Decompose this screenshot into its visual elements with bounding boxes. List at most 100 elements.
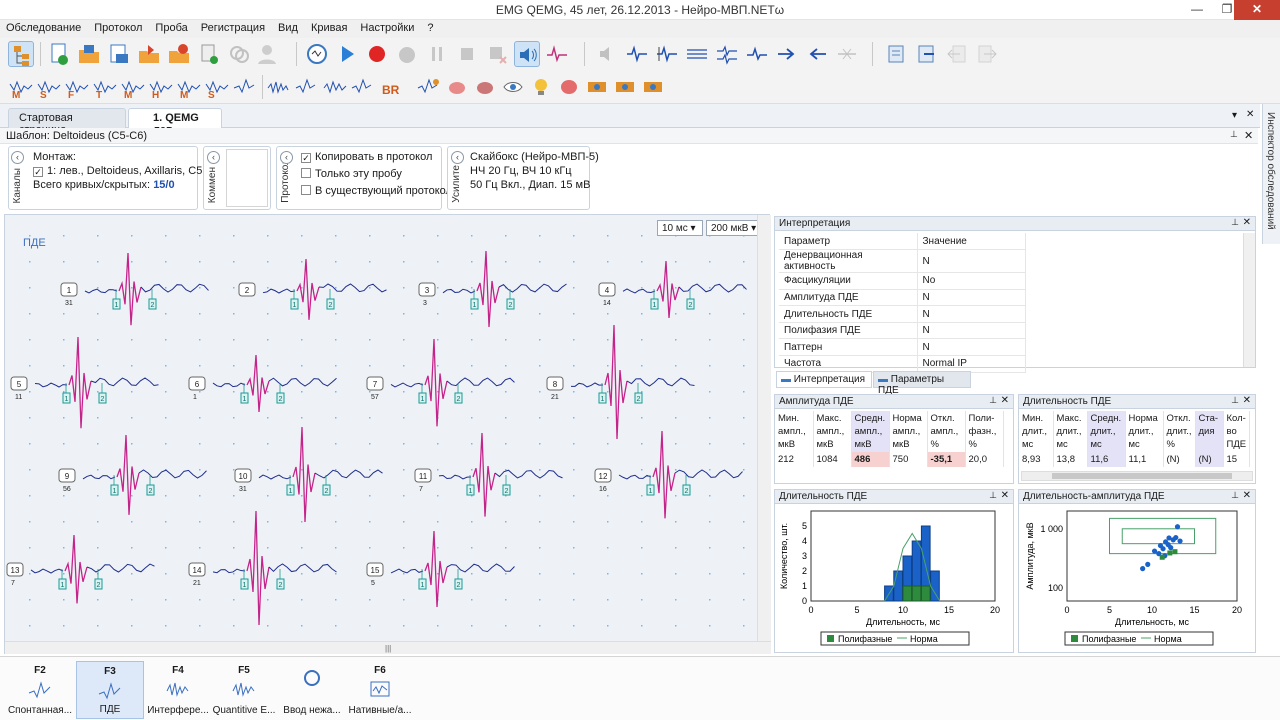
- comment-collapse-icon[interactable]: ‹: [207, 151, 220, 164]
- stimulus-icon[interactable]: [544, 41, 570, 67]
- burst-icon[interactable]: [266, 74, 292, 100]
- table-row[interactable]: Фасцикуляции No: [779, 272, 1026, 290]
- delete-trace-icon[interactable]: [834, 41, 860, 67]
- menu-test[interactable]: Проба: [149, 20, 194, 34]
- f2-spontaneous-button[interactable]: F2 Спонтанная...: [6, 661, 74, 719]
- ear-b-icon[interactable]: [612, 74, 638, 100]
- sheets-icon[interactable]: [884, 41, 910, 67]
- mu-icon[interactable]: M: [120, 74, 146, 101]
- param-value[interactable]: No: [917, 272, 1026, 290]
- comment-textarea[interactable]: [226, 149, 268, 207]
- play-icon[interactable]: [334, 41, 360, 67]
- pin-icon[interactable]: ⊥: [1230, 129, 1238, 140]
- table-row[interactable]: Паттерн N: [779, 338, 1026, 357]
- existing-protocol-checkbox[interactable]: [301, 185, 311, 195]
- only-this-test-option[interactable]: Только эту пробу: [301, 168, 402, 180]
- open-exam-icon[interactable]: [76, 41, 102, 67]
- param-value[interactable]: N: [917, 322, 1026, 340]
- menu-protocol[interactable]: Протокол: [88, 20, 149, 34]
- f5-quantitative-button[interactable]: F5 Quantitive E...: [210, 661, 278, 719]
- cursor-left-icon[interactable]: [654, 41, 680, 67]
- cursor-right-icon[interactable]: [684, 41, 710, 67]
- new-exam-icon[interactable]: [46, 41, 72, 67]
- param-value[interactable]: Normal IP: [917, 355, 1026, 373]
- table-row[interactable]: Частота Normal IP: [779, 355, 1026, 373]
- sound-icon[interactable]: [514, 41, 540, 67]
- export-icon[interactable]: [136, 41, 162, 67]
- wave-b-icon[interactable]: [232, 74, 258, 100]
- tab-qemg-left[interactable]: 1. QEMG лев.: [128, 108, 222, 136]
- pin-icon[interactable]: ⊥: [1231, 395, 1239, 406]
- timebase-select[interactable]: 10 мс ▾: [657, 220, 703, 236]
- pin-icon[interactable]: ⊥: [989, 395, 997, 406]
- single-trace-icon[interactable]: [744, 41, 770, 67]
- scroll-thumb[interactable]: [1052, 473, 1232, 479]
- tree-icon[interactable]: [8, 41, 34, 67]
- amplifier-collapse-icon[interactable]: ‹: [451, 151, 464, 164]
- cursor-both-icon[interactable]: [624, 41, 650, 67]
- s-wave-icon[interactable]: S: [36, 74, 62, 101]
- save-exam-icon[interactable]: [106, 41, 132, 67]
- pause-icon[interactable]: [424, 41, 450, 67]
- record-icon[interactable]: [364, 41, 390, 67]
- param-value[interactable]: N: [917, 338, 1026, 357]
- clear-icon[interactable]: [484, 41, 510, 67]
- s2-wave-icon[interactable]: S: [204, 74, 230, 101]
- param-value[interactable]: N: [917, 249, 1026, 274]
- print-icon[interactable]: [196, 41, 222, 67]
- param-value[interactable]: N: [917, 305, 1026, 323]
- prev-page-icon[interactable]: [944, 41, 970, 67]
- table-row[interactable]: Денервационная активность N: [779, 249, 1026, 274]
- table-row[interactable]: Длительность ПДЕ N: [779, 305, 1026, 323]
- ear-icon[interactable]: [584, 74, 610, 100]
- copy-to-protocol-option[interactable]: ✓ Копировать в протокол: [301, 151, 432, 163]
- menu-registration[interactable]: Регистрация: [195, 20, 272, 34]
- close-icon[interactable]: ✕: [1243, 490, 1251, 501]
- speaker-icon[interactable]: [594, 41, 620, 67]
- param-value[interactable]: N: [917, 289, 1026, 307]
- tab-list-icon[interactable]: ▾: [1232, 110, 1237, 121]
- sensory-icon[interactable]: [416, 74, 442, 100]
- link-icon[interactable]: [226, 41, 252, 67]
- menu-settings[interactable]: Настройки: [354, 20, 421, 34]
- forward-icon[interactable]: [774, 41, 800, 67]
- blink-reflex-icon[interactable]: BR: [380, 74, 406, 100]
- decrement-icon[interactable]: [294, 74, 320, 100]
- interpretation-scrollbar[interactable]: [1243, 233, 1255, 367]
- pin-icon[interactable]: ⊥: [989, 490, 997, 501]
- tab-interpretation[interactable]: ▬ Интерпретация: [776, 371, 872, 388]
- inspector-rail[interactable]: Инспектор обследований: [1262, 104, 1280, 244]
- minimize-button[interactable]: —: [1182, 0, 1212, 20]
- next-page-icon[interactable]: [974, 41, 1000, 67]
- fatigue-icon[interactable]: [350, 74, 376, 100]
- back-icon[interactable]: [804, 41, 830, 67]
- f4-interference-button[interactable]: F4 Интерфере...: [144, 661, 212, 719]
- channels-collapse-icon[interactable]: ‹: [11, 151, 24, 164]
- h-wave-icon[interactable]: H: [148, 74, 174, 101]
- menu-help[interactable]: ?: [421, 20, 440, 34]
- pin-icon[interactable]: ⊥: [1231, 490, 1239, 501]
- ear-c-icon[interactable]: [640, 74, 666, 100]
- table-row[interactable]: Полифазия ПДЕ N: [779, 322, 1026, 340]
- existing-protocol-option[interactable]: В существующий протокол: [301, 185, 452, 197]
- user-icon[interactable]: [254, 41, 280, 67]
- repetitive-icon[interactable]: [322, 74, 348, 100]
- trace-group-icon[interactable]: [714, 41, 740, 67]
- f6-native-button[interactable]: F6 Нативные/а...: [346, 661, 414, 719]
- template-close-icon[interactable]: ✕: [1244, 129, 1253, 142]
- input-gentle-button[interactable]: Ввод нежа...: [278, 661, 346, 719]
- t-wave-icon[interactable]: T: [92, 74, 118, 101]
- menu-curve[interactable]: Кривая: [305, 20, 354, 34]
- tab-close-icon[interactable]: ✕: [1246, 109, 1254, 120]
- monitor-icon[interactable]: [304, 41, 330, 67]
- protocol-collapse-icon[interactable]: ‹: [280, 151, 293, 164]
- tab-start-page[interactable]: Стартовая страница: [8, 108, 126, 136]
- tab-muap-params[interactable]: ▬ Параметры ПДЕ: [873, 371, 971, 396]
- brain-icon[interactable]: [444, 74, 470, 100]
- f-wave-icon[interactable]: F: [64, 74, 90, 101]
- menu-examination[interactable]: Обследование: [0, 20, 88, 34]
- m2-wave-icon[interactable]: M: [176, 74, 202, 101]
- eye-icon[interactable]: [500, 74, 526, 100]
- pin-icon[interactable]: ⊥: [1231, 217, 1239, 228]
- copy-to-protocol-checkbox[interactable]: ✓: [301, 153, 311, 163]
